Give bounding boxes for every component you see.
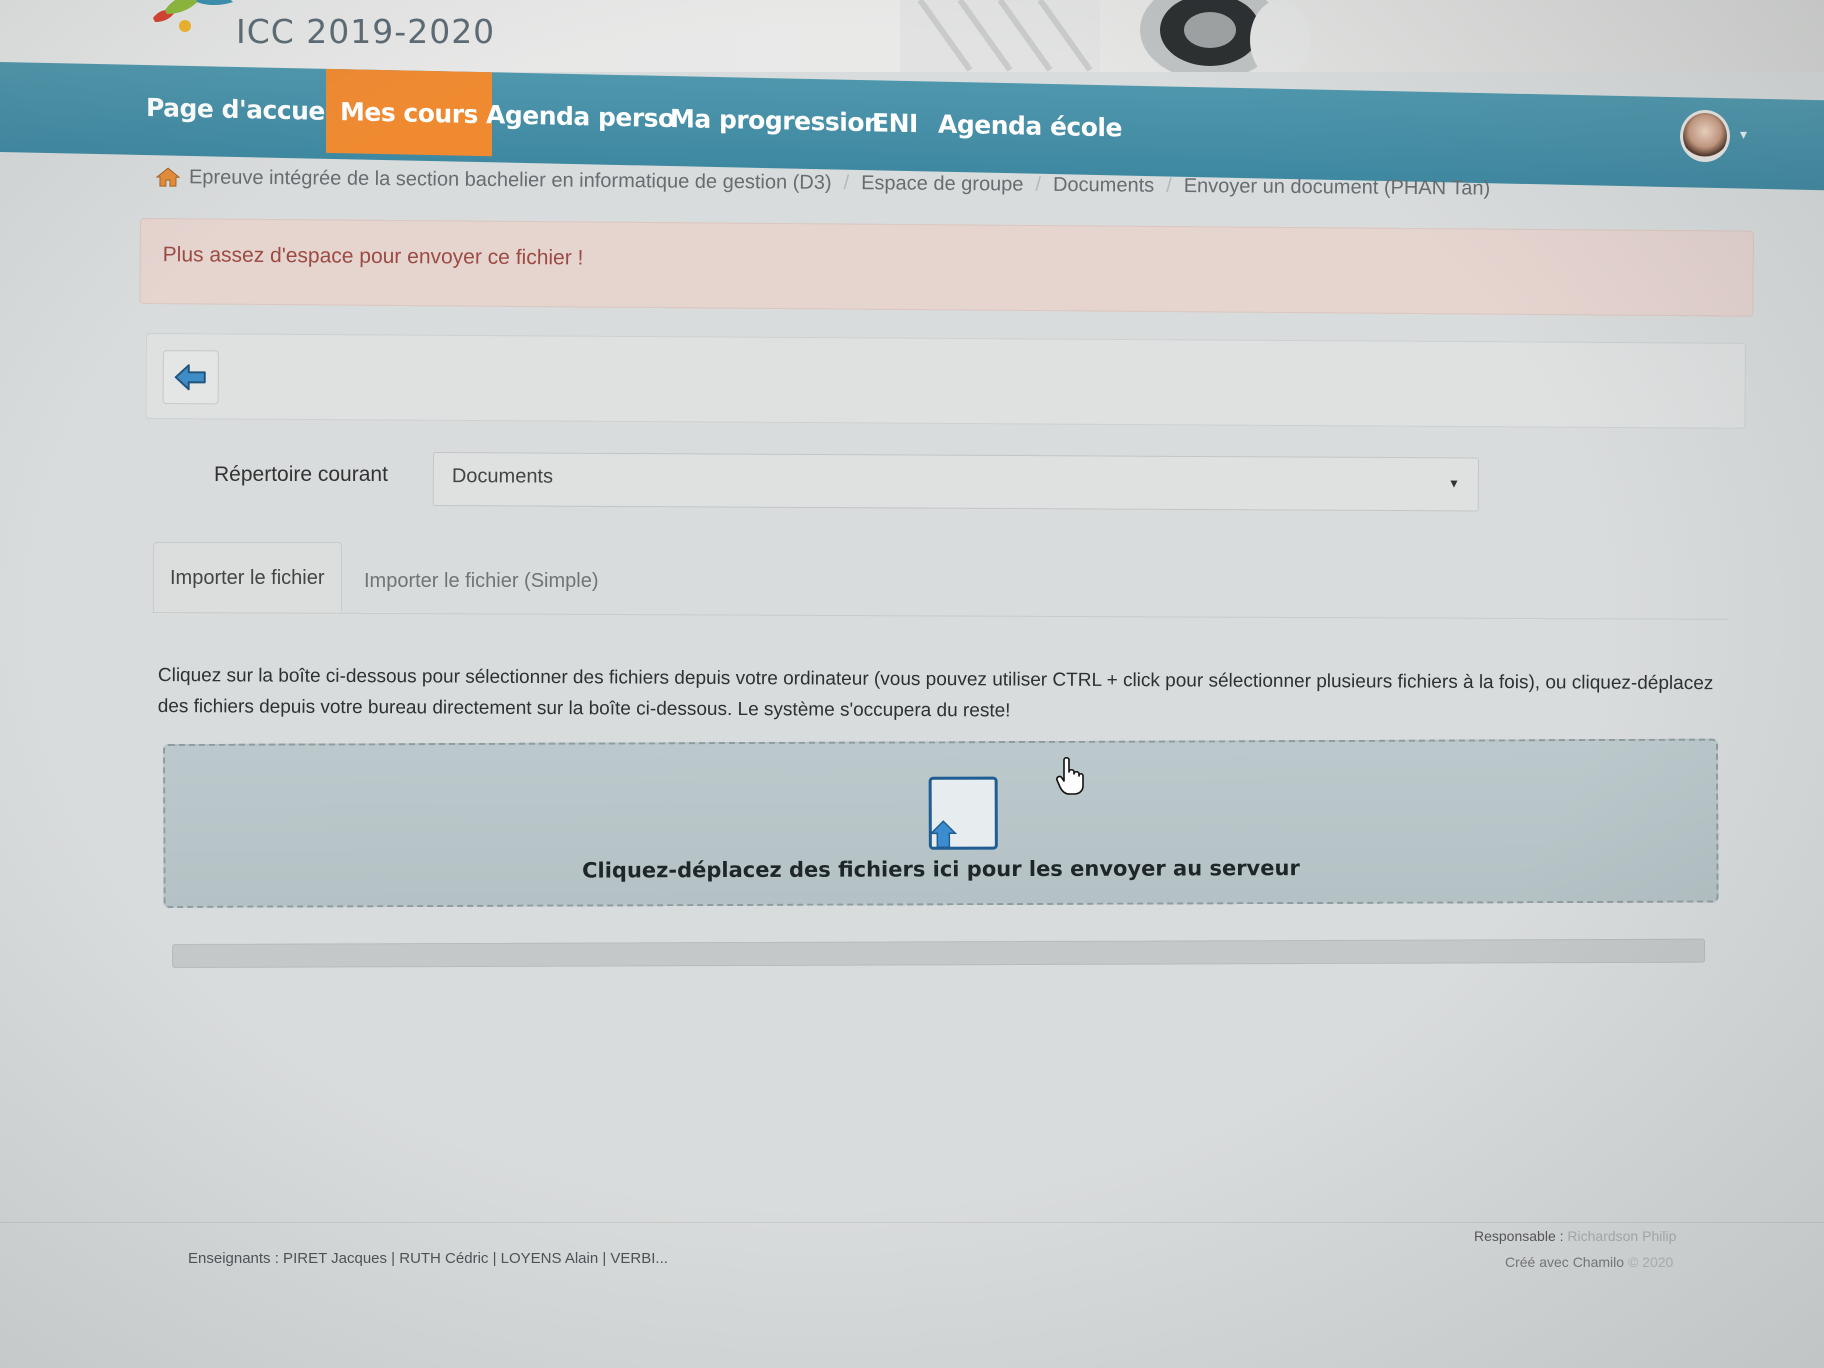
nav-my-courses[interactable]: Mes cours <box>326 68 492 157</box>
directory-select-value: Documents <box>451 465 554 488</box>
file-dropzone[interactable]: Cliquez-déplacez des fichiers ici pour l… <box>163 738 1719 908</box>
breadcrumb-separator: / <box>1166 174 1172 197</box>
footer-teachers: Enseignants : PIRET Jacques | RUTH Cédri… <box>188 1250 668 1267</box>
nav-school-agenda[interactable]: Agenda école <box>924 81 1136 169</box>
directory-label: Répertoire courant <box>214 463 388 486</box>
footer-responsible-label: Responsable : <box>1474 1228 1564 1244</box>
actions-toolbar <box>145 333 1746 429</box>
chamilo-logo[interactable] <box>145 0 235 38</box>
footer-created-label[interactable]: Créé avec Chamilo <box>1505 1254 1624 1270</box>
footer-created-with: Créé avec Chamilo © 2020 <box>1505 1254 1673 1270</box>
breadcrumb-separator: / <box>1035 173 1042 196</box>
error-alert-message: Plus assez d'espace pour envoyer ce fich… <box>162 243 584 270</box>
dropzone-text: Cliquez-déplacez des fichiers ici pour l… <box>582 856 1300 883</box>
breadcrumb-group-space[interactable]: Espace de groupe <box>861 172 1024 196</box>
breadcrumb-documents[interactable]: Documents <box>1053 173 1154 197</box>
tab-upload-file[interactable]: Importer le fichier <box>153 542 342 612</box>
upload-instructions: Cliquez sur la boîte ci-dessous pour sél… <box>157 664 1714 722</box>
back-button[interactable] <box>162 350 219 405</box>
footer-responsible: Responsable : Richardson Philip <box>1474 1228 1676 1244</box>
breadcrumb-course[interactable]: Epreuve intégrée de la section bachelier… <box>189 166 832 195</box>
site-title: ICC 2019-2020 <box>236 12 496 51</box>
tab-upload-file-simple[interactable]: Importer le fichier (Simple) <box>348 546 615 616</box>
chevron-down-icon: ▼ <box>1447 476 1460 491</box>
footer-divider <box>0 1222 1824 1223</box>
footer-responsible-name[interactable]: Richardson Philip <box>1567 1228 1676 1244</box>
back-arrow-icon <box>174 364 206 391</box>
hand-cursor-icon <box>1056 756 1084 795</box>
breadcrumb-separator: / <box>843 171 850 194</box>
error-alert: Plus assez d'espace pour envoyer ce fich… <box>139 218 1754 317</box>
upload-file-icon <box>928 776 998 850</box>
nav-home[interactable]: Page d'accueil <box>132 65 355 154</box>
user-avatar[interactable] <box>1680 110 1730 162</box>
directory-select[interactable]: Documents ▼ <box>432 452 1479 512</box>
footer-created-year: © 2020 <box>1627 1254 1674 1270</box>
home-icon[interactable] <box>155 166 181 188</box>
upload-progress-bar <box>172 938 1706 968</box>
breadcrumb-current: Envoyer un document (PHAN Tan) <box>1183 174 1491 200</box>
header-decoration <box>900 0 1310 72</box>
site-header: ICC 2019-2020 <box>0 0 1824 72</box>
nav-eni[interactable]: ENI <box>858 80 932 166</box>
user-menu-caret-icon[interactable]: ▾ <box>1740 126 1747 143</box>
